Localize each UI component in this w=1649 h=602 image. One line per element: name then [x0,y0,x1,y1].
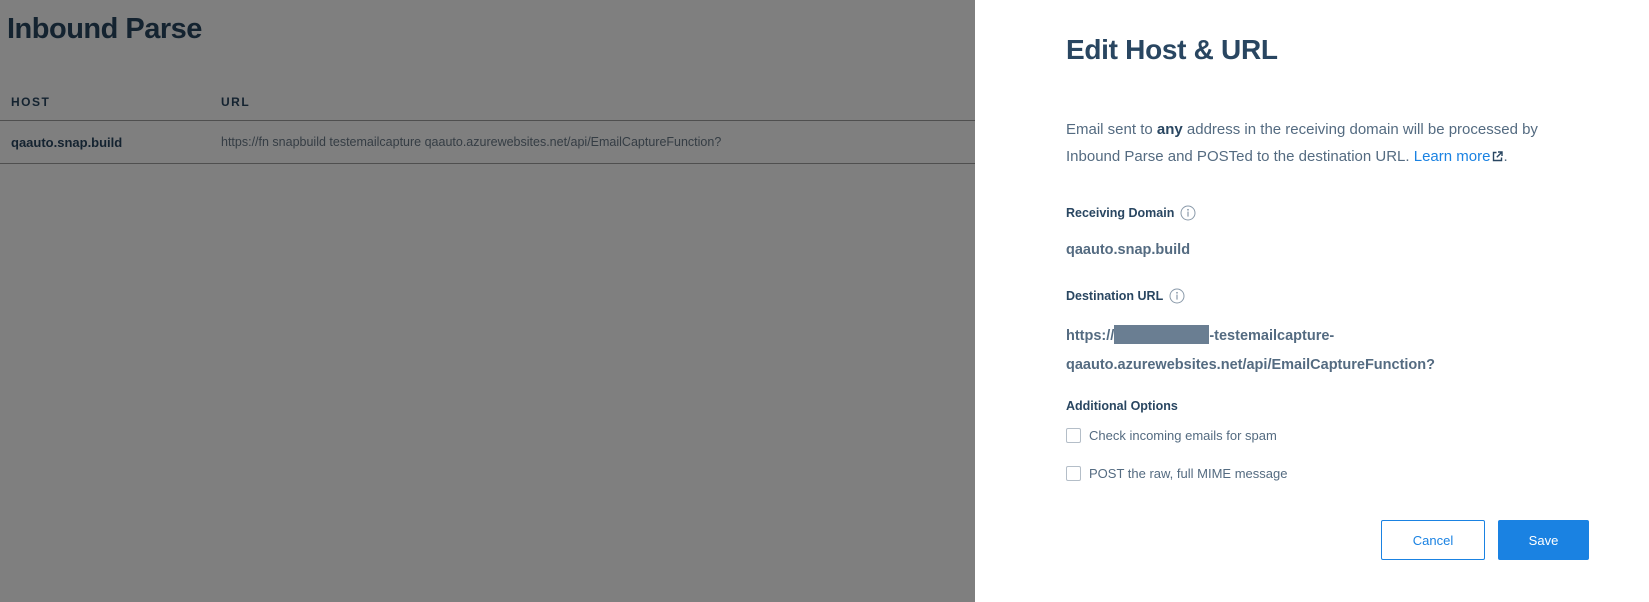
external-link-icon [1493,151,1504,162]
info-icon[interactable] [1169,288,1185,304]
destination-url-line-1: https:// -testemailcapture- [1066,325,1334,344]
info-icon[interactable] [1180,205,1196,221]
raw-mime-option[interactable]: POST the raw, full MIME message [1066,466,1287,481]
raw-mime-checkbox[interactable] [1066,466,1081,481]
edit-host-url-panel: Edit Host & URL Email sent to any addres… [975,0,1649,602]
spam-check-option[interactable]: Check incoming emails for spam [1066,428,1277,443]
destination-url-line-2: qaauto.azurewebsites.net/api/EmailCaptur… [1066,357,1436,373]
additional-options-label-text: Additional Options [1066,399,1178,413]
destination-url-suffix: -testemailcapture- [1209,328,1335,344]
learn-more-label: Learn more [1413,148,1491,165]
spam-check-checkbox[interactable] [1066,428,1081,443]
spam-check-label: Check incoming emails for spam [1089,428,1277,443]
receiving-domain-label: Receiving Domain [1066,205,1196,221]
panel-description: Email sent to any address in the receivi… [1066,116,1566,170]
receiving-domain-label-text: Receiving Domain [1066,206,1175,220]
destination-url-label: Destination URL [1066,288,1185,304]
destination-url-prefix: https:// [1066,328,1115,344]
description-prefix: Email sent to [1066,121,1157,138]
receiving-domain-value: qaauto.snap.build [1066,242,1191,258]
additional-options-label: Additional Options [1066,399,1178,413]
raw-mime-label: POST the raw, full MIME message [1089,466,1288,481]
cancel-button[interactable]: Cancel [1381,520,1485,560]
learn-more-link[interactable]: Learn more [1414,148,1504,165]
save-button[interactable]: Save [1498,520,1589,560]
destination-url-label-text: Destination URL [1066,289,1164,303]
description-end: . [1503,148,1508,165]
description-emphasis: any [1156,121,1183,138]
redacted-block [1114,325,1210,344]
panel-title: Edit Host & URL [1066,34,1278,65]
